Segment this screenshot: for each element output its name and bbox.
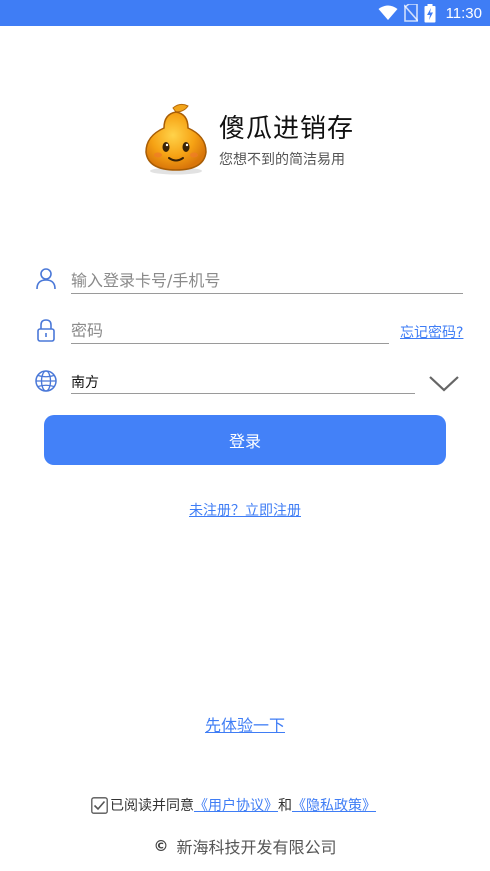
user-icon [36,268,56,290]
login-button[interactable]: 登录 [44,415,446,465]
account-underline [71,293,463,294]
password-underline [71,343,389,344]
app-title: 傻瓜进销存 [219,114,355,144]
battery-charging-icon [424,3,436,22]
server-underline [71,393,415,394]
status-time: 11:30 [445,4,482,22]
lock-icon [37,319,55,342]
user-agreement-link[interactable]: 《用户协议》 [194,795,278,815]
agreement-checkbox[interactable] [91,796,108,814]
register-row: 未注册？立即注册 [0,500,490,520]
agreement-conjunction: 和 [278,798,292,814]
status-bar: 11:30 [0,0,490,26]
agreement-row: 已阅读并同意 《用户协议》 和 《隐私政策》 [91,795,376,815]
app-logo [140,102,212,176]
register-link[interactable]: 未注册？立即注册 [189,503,301,519]
privacy-policy-link[interactable]: 《隐私政策》 [292,795,376,815]
copyright-icon: © [153,837,169,855]
globe-icon [35,370,57,392]
trial-row: 先体验一下 [0,712,490,736]
no-sim-icon [403,4,418,22]
chevron-down-icon[interactable] [428,372,460,394]
agreement-prefix: 已阅读并同意 [110,798,194,814]
status-icons: 11:30 [378,3,482,23]
company-name: 新海科技开发有限公司 [176,838,337,857]
footer: © 新海科技开发有限公司 [0,834,490,858]
trial-link[interactable]: 先体验一下 [205,716,285,735]
server-select-value[interactable]: 南方 [71,372,99,392]
forgot-password-link[interactable]: 忘记密码? [400,322,463,342]
wifi-icon [378,5,398,20]
password-input[interactable] [71,318,386,342]
account-input[interactable] [71,268,461,292]
app-slogan: 您想不到的简洁易用 [219,152,345,168]
